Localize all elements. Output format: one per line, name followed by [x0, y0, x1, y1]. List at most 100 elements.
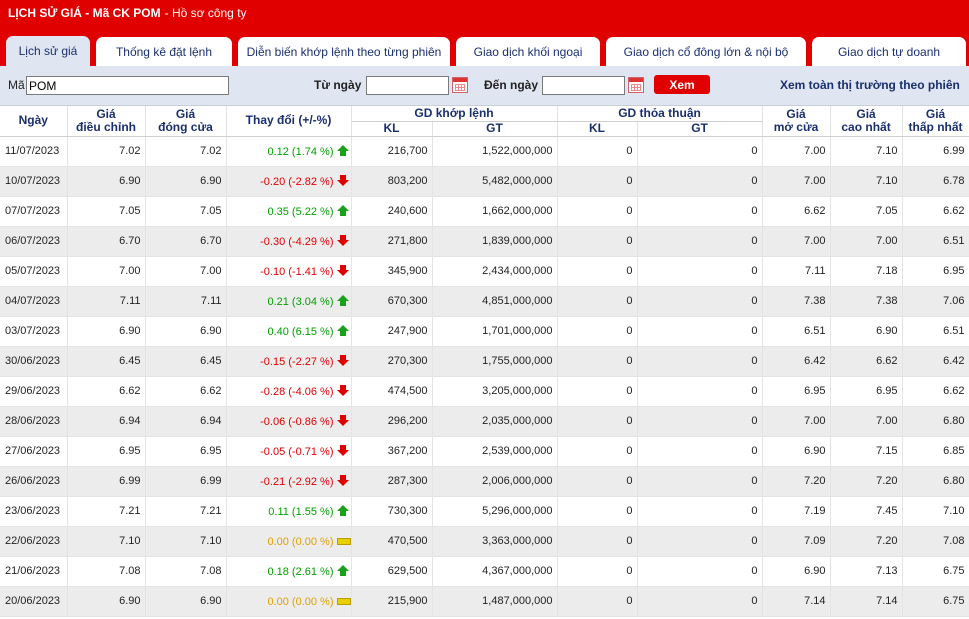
- cell-date: 28/06/2023: [0, 406, 68, 437]
- arrow-up-icon: [336, 564, 349, 577]
- col-header-deal-value[interactable]: GT: [637, 121, 763, 137]
- cell-matched-volume: 470,500: [351, 526, 433, 557]
- cell-open-price: 7.09: [762, 526, 831, 557]
- cell-high-price: 7.05: [830, 196, 903, 227]
- cell-adjusted-price: 6.99: [67, 466, 146, 497]
- cell-adjusted-price: 7.05: [67, 196, 146, 227]
- cell-open-price: 6.51: [762, 316, 831, 347]
- cell-adjusted-price: 6.90: [67, 586, 146, 617]
- col-header-low-price[interactable]: Giá thấp nhất: [902, 106, 969, 137]
- cell-change: 0.18 (2.61 %): [226, 556, 352, 587]
- cell-high-price: 7.10: [830, 166, 903, 197]
- cell-open-price: 7.00: [762, 226, 831, 257]
- company-profile-link[interactable]: - Hồ sơ công ty: [165, 6, 247, 20]
- symbol-label: Mã: [8, 78, 25, 92]
- to-date-input[interactable]: [542, 76, 625, 95]
- table-row: 20/06/2023 6.90 6.90 0.00 (0.00 %) 215,900 1,…: [0, 586, 969, 617]
- cell-high-price: 7.38: [830, 286, 903, 317]
- col-header-adjusted-price[interactable]: Giá điều chỉnh: [67, 106, 146, 137]
- tab-bar: Lịch sử giá Thống kê đặt lệnh Diễn biến …: [0, 26, 969, 66]
- symbol-input[interactable]: [26, 76, 229, 95]
- view-whole-market-link[interactable]: Xem toàn thị trường theo phiên: [780, 78, 960, 92]
- cell-matched-volume: 271,800: [351, 226, 433, 257]
- cell-close-price: 7.10: [145, 526, 227, 557]
- change-value: -0.10 (-1.41 %): [260, 265, 334, 278]
- cell-matched-value: 3,363,000,000: [432, 526, 558, 557]
- cell-low-price: 6.99: [902, 136, 969, 167]
- from-date-input[interactable]: [366, 76, 449, 95]
- tab-price-history[interactable]: Lịch sử giá: [6, 36, 90, 66]
- cell-open-price: 6.62: [762, 196, 831, 227]
- cell-high-price: 6.95: [830, 376, 903, 407]
- cell-deal-volume: 0: [557, 496, 638, 527]
- col-header-change[interactable]: Thay đổi (+/-%): [226, 106, 352, 137]
- cell-deal-value: 0: [637, 556, 763, 587]
- cell-matched-volume: 367,200: [351, 436, 433, 467]
- cell-high-price: 7.15: [830, 436, 903, 467]
- cell-matched-volume: 629,500: [351, 556, 433, 587]
- col-header-date[interactable]: Ngày: [0, 106, 68, 137]
- cell-deal-value: 0: [637, 436, 763, 467]
- cell-deal-value: 0: [637, 586, 763, 617]
- change-value: 0.40 (6.15 %): [267, 325, 334, 338]
- cell-adjusted-price: 6.90: [67, 166, 146, 197]
- col-header-matched-volume[interactable]: KL: [351, 121, 433, 137]
- cell-adjusted-price: 7.08: [67, 556, 146, 587]
- change-value: -0.15 (-2.27 %): [260, 355, 334, 368]
- from-calendar-icon[interactable]: [452, 77, 468, 93]
- page-title: LỊCH SỬ GIÁ - Mã CK POM: [8, 6, 161, 20]
- tab-major-shareholder-trading[interactable]: Giao dịch cổ đông lớn & nội bộ: [606, 37, 806, 66]
- table-row: 27/06/2023 6.95 6.95 -0.05 (-0.71 %) 367,200…: [0, 436, 969, 467]
- col-header-matched-value[interactable]: GT: [432, 121, 558, 137]
- cell-deal-volume: 0: [557, 166, 638, 197]
- cell-open-price: 7.00: [762, 136, 831, 167]
- tab-matching-by-session[interactable]: Diễn biến khớp lệnh theo từng phiên: [238, 37, 450, 66]
- cell-deal-value: 0: [637, 166, 763, 197]
- tab-order-statistics[interactable]: Thống kê đặt lệnh: [96, 37, 232, 66]
- cell-close-price: 6.95: [145, 436, 227, 467]
- cell-change: -0.06 (-0.86 %): [226, 406, 352, 437]
- tab-proprietary-trading[interactable]: Giao dịch tự doanh: [812, 37, 966, 66]
- col-header-high-price[interactable]: Giá cao nhất: [830, 106, 903, 137]
- change-value: 0.12 (1.74 %): [267, 145, 334, 158]
- cell-deal-value: 0: [637, 256, 763, 287]
- col-header-matched-group: GD khớp lệnh: [351, 106, 558, 122]
- cell-change: -0.21 (-2.92 %): [226, 466, 352, 497]
- cell-open-price: 6.90: [762, 556, 831, 587]
- arrow-down-icon: [336, 384, 349, 397]
- cell-low-price: 6.42: [902, 346, 969, 377]
- from-date-label: Từ ngày: [314, 78, 362, 92]
- to-calendar-icon[interactable]: [628, 77, 644, 93]
- arrow-up-icon: [336, 144, 349, 157]
- cell-date: 05/07/2023: [0, 256, 68, 287]
- cell-change: 0.40 (6.15 %): [226, 316, 352, 347]
- col-header-deal-volume[interactable]: KL: [557, 121, 638, 137]
- cell-deal-value: 0: [637, 196, 763, 227]
- cell-deal-volume: 0: [557, 556, 638, 587]
- cell-close-price: 7.00: [145, 256, 227, 287]
- cell-low-price: 6.51: [902, 226, 969, 257]
- table-row: 28/06/2023 6.94 6.94 -0.06 (-0.86 %) 296,200…: [0, 406, 969, 437]
- cell-high-price: 7.20: [830, 466, 903, 497]
- change-value: 0.00 (0.00 %): [267, 595, 334, 608]
- col-header-open-price[interactable]: Giá mở cửa: [762, 106, 831, 137]
- cell-deal-volume: 0: [557, 316, 638, 347]
- table-row: 30/06/2023 6.45 6.45 -0.15 (-2.27 %) 270,300…: [0, 346, 969, 377]
- cell-date: 23/06/2023: [0, 496, 68, 527]
- cell-date: 30/06/2023: [0, 346, 68, 377]
- view-button[interactable]: Xem: [654, 75, 710, 94]
- cell-matched-volume: 345,900: [351, 256, 433, 287]
- cell-low-price: 6.51: [902, 316, 969, 347]
- change-value: -0.30 (-4.29 %): [260, 235, 334, 248]
- cell-change: 0.00 (0.00 %): [226, 586, 352, 617]
- cell-matched-value: 2,035,000,000: [432, 406, 558, 437]
- no-change-icon: [336, 595, 351, 607]
- cell-deal-value: 0: [637, 346, 763, 377]
- col-header-close-price[interactable]: Giá đóng cửa: [145, 106, 227, 137]
- cell-open-price: 6.90: [762, 436, 831, 467]
- cell-matched-volume: 670,300: [351, 286, 433, 317]
- cell-close-price: 6.90: [145, 166, 227, 197]
- cell-high-price: 7.14: [830, 586, 903, 617]
- tab-foreign-trading[interactable]: Giao dịch khối ngoại: [456, 37, 600, 66]
- price-history-table: Ngày Giá điều chỉnh Giá đóng cửa Thay đổi …: [0, 106, 969, 617]
